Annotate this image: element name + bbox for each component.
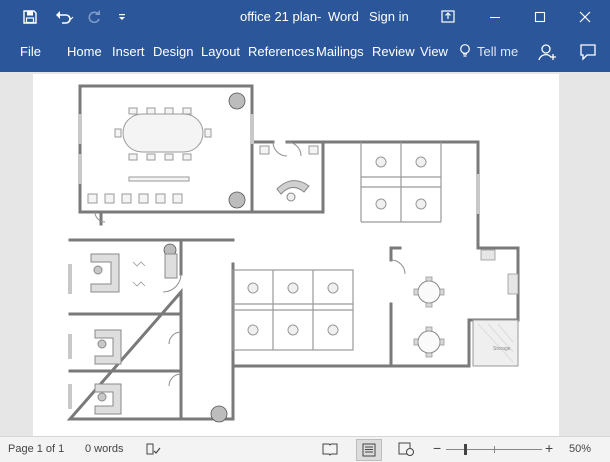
web-layout-button[interactable] xyxy=(398,442,414,456)
print-layout-button[interactable] xyxy=(356,439,382,461)
title-bar: office 21 plan - Word Sign in xyxy=(0,0,610,34)
restore-icon xyxy=(534,11,546,23)
tell-me-box[interactable]: Tell me xyxy=(459,43,518,59)
lightbulb-icon xyxy=(460,44,470,57)
comments-icon xyxy=(580,44,596,61)
tab-insert[interactable]: Insert xyxy=(112,44,145,59)
read-mode-button[interactable] xyxy=(322,442,338,456)
redo-button[interactable] xyxy=(82,0,106,34)
zoom-out-button[interactable]: − xyxy=(433,440,441,456)
tab-review[interactable]: Review xyxy=(372,44,415,59)
tab-home[interactable]: Home xyxy=(67,44,102,59)
zoom-slider[interactable] xyxy=(446,444,542,455)
web-layout-icon xyxy=(398,442,414,456)
document-title: office 21 plan xyxy=(240,9,318,24)
word-count[interactable]: 0 words xyxy=(85,443,124,455)
ribbon-tabs: File Home Insert Design Layout Reference… xyxy=(0,34,610,72)
share-user-icon xyxy=(538,44,556,61)
app-name: Word xyxy=(328,9,359,24)
ribbon-display-options-icon xyxy=(441,10,455,23)
tab-mailings[interactable]: Mailings xyxy=(316,44,364,59)
status-bar: Page 1 of 1 0 words − + 50% xyxy=(0,436,610,462)
proofing-book-icon xyxy=(146,443,161,455)
minimize-icon xyxy=(490,17,500,18)
proofing-button[interactable] xyxy=(145,442,161,456)
share-button[interactable] xyxy=(538,42,558,62)
title-separator: - xyxy=(317,9,322,24)
tab-references[interactable]: References xyxy=(248,44,314,59)
zoom-in-button[interactable]: + xyxy=(545,440,553,456)
document-page[interactable]: Storage xyxy=(33,74,559,436)
tab-file[interactable]: File xyxy=(20,44,41,59)
tell-me-label: Tell me xyxy=(477,43,519,59)
sign-in-link[interactable]: Sign in xyxy=(369,9,409,24)
tab-design[interactable]: Design xyxy=(153,44,193,59)
redo-icon xyxy=(88,10,100,24)
read-mode-icon xyxy=(322,443,338,456)
restore-button[interactable] xyxy=(525,0,555,34)
page-count[interactable]: Page 1 of 1 xyxy=(8,443,64,455)
customize-quick-access-icon xyxy=(119,14,125,20)
utility-room-label: Storage xyxy=(493,346,511,352)
save-icon xyxy=(23,10,37,24)
close-button[interactable] xyxy=(570,0,600,34)
comments-button[interactable] xyxy=(579,43,597,61)
minimize-button[interactable] xyxy=(480,0,510,34)
zoom-level[interactable]: 50% xyxy=(569,443,591,455)
zoom-slider-center-tick xyxy=(494,446,495,453)
ribbon-display-options-button[interactable] xyxy=(436,0,460,34)
save-button[interactable] xyxy=(18,0,42,34)
tab-layout[interactable]: Layout xyxy=(201,44,240,59)
office-floor-plan: Storage xyxy=(66,84,520,423)
undo-button[interactable] xyxy=(50,0,78,34)
customize-quick-access-button[interactable] xyxy=(112,0,132,34)
document-area[interactable]: Storage xyxy=(0,72,610,436)
undo-icon xyxy=(56,11,74,24)
zoom-slider-thumb[interactable] xyxy=(464,444,467,455)
tab-view[interactable]: View xyxy=(420,44,448,59)
print-layout-icon xyxy=(362,443,376,457)
close-icon xyxy=(579,11,591,23)
